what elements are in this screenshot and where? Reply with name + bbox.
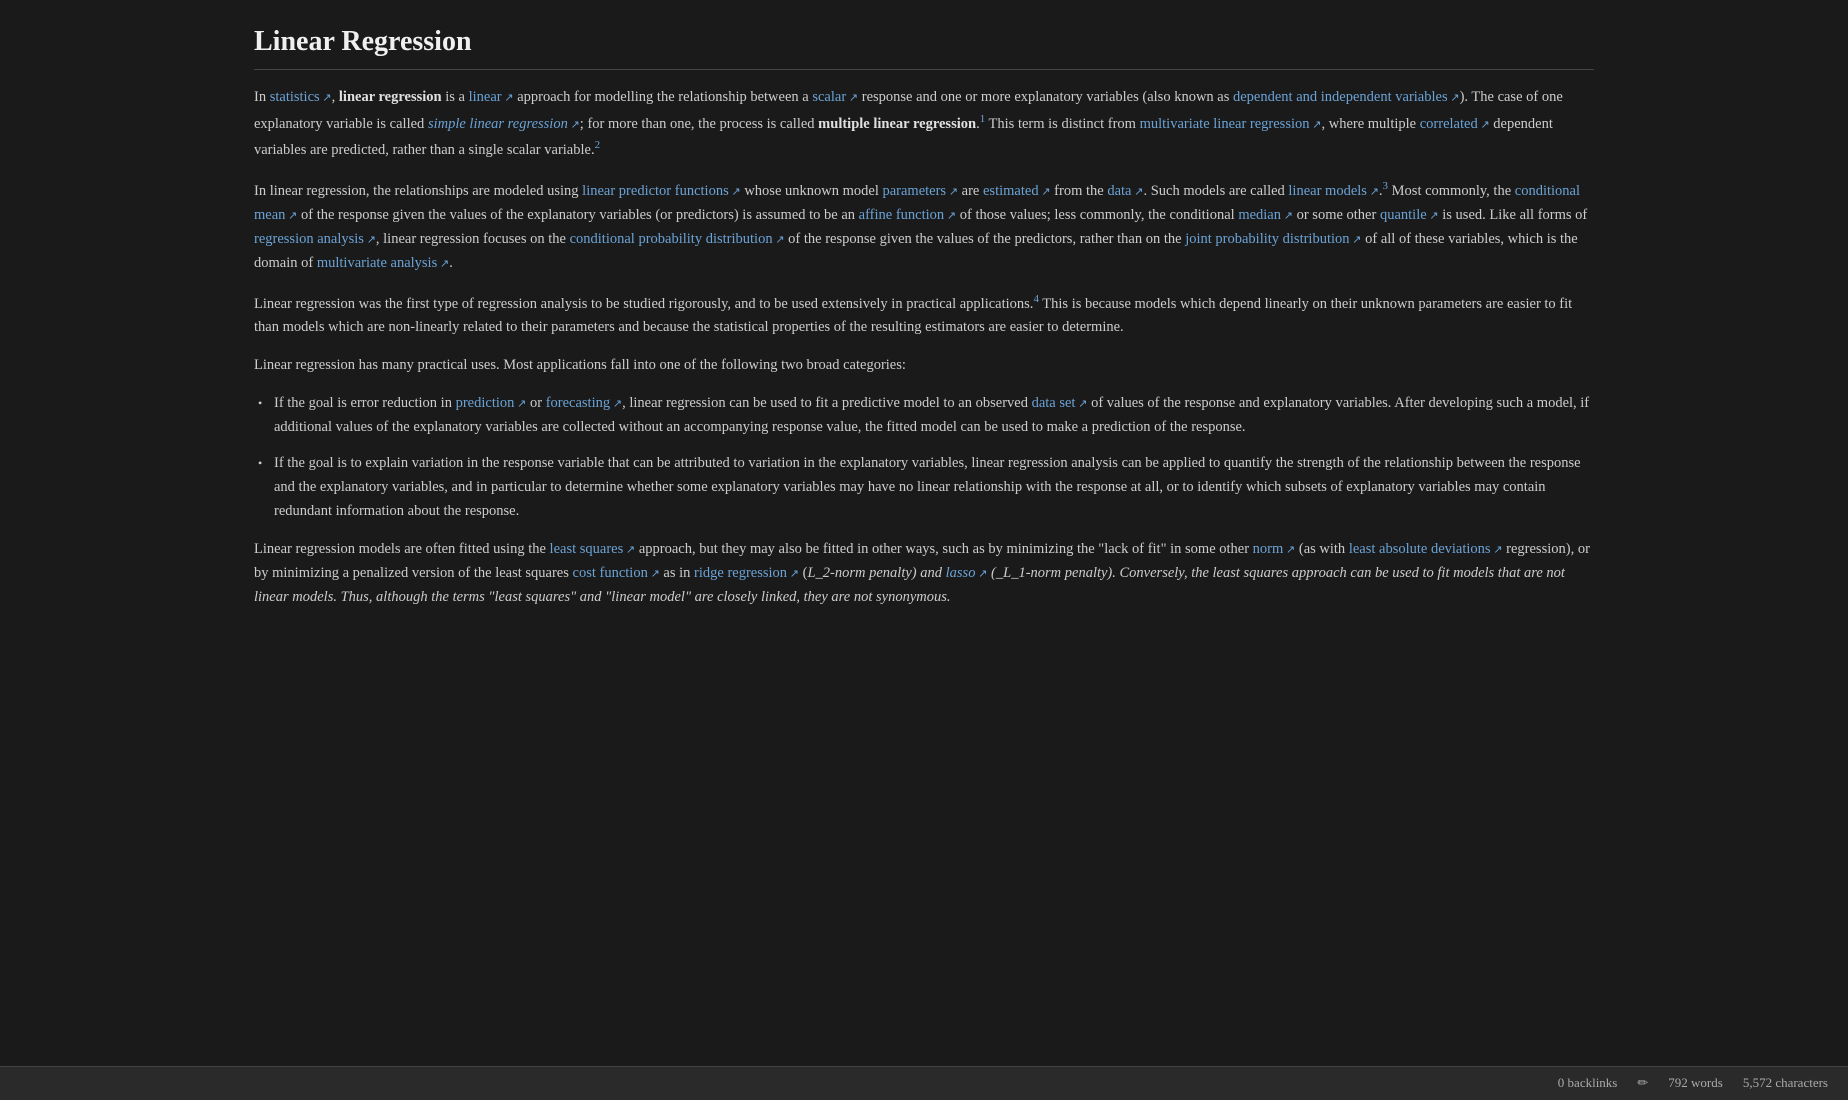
paragraph-1: In statistics, linear regression is a li… <box>254 86 1594 163</box>
link-least-absolute-deviations[interactable]: least absolute deviations <box>1349 541 1503 557</box>
paragraph-5: Linear regression models are often fitte… <box>254 538 1594 610</box>
link-simple-linear-regression[interactable]: simple linear regression <box>428 116 580 132</box>
char-count-item: 5,572 characters <box>1743 1073 1828 1094</box>
link-multivariate-linear-regression[interactable]: multivariate linear regression <box>1140 116 1322 132</box>
backlinks-item: 0 backlinks <box>1558 1073 1618 1094</box>
cite-3[interactable]: 3 <box>1383 180 1389 192</box>
link-linear[interactable]: linear <box>469 89 514 105</box>
link-ridge-regression[interactable]: ridge regression <box>694 565 799 581</box>
link-lasso[interactable]: lasso <box>946 565 988 581</box>
link-median[interactable]: median <box>1238 207 1293 223</box>
link-parameters[interactable]: parameters <box>882 183 958 199</box>
link-data[interactable]: data <box>1107 183 1143 199</box>
link-affine-function[interactable]: affine function <box>859 207 956 223</box>
bullet-list: If the goal is error reduction in predic… <box>254 392 1594 524</box>
link-joint-probability-distribution[interactable]: joint probability distribution <box>1185 231 1361 247</box>
link-norm[interactable]: norm <box>1253 541 1296 557</box>
page-title: Linear Regression <box>254 20 1594 70</box>
link-quantile[interactable]: quantile <box>1380 207 1439 223</box>
link-dependent-independent[interactable]: dependent and independent variables <box>1233 89 1460 105</box>
link-data-set[interactable]: data set <box>1032 395 1088 411</box>
word-count-item: 792 words <box>1668 1073 1723 1094</box>
cite-1[interactable]: 1 <box>980 113 986 125</box>
list-item-prediction: If the goal is error reduction in predic… <box>254 392 1594 440</box>
link-linear-models[interactable]: linear models <box>1288 183 1379 199</box>
edit-icon-item[interactable]: ✏ <box>1637 1073 1648 1094</box>
link-scalar[interactable]: scalar <box>812 89 858 105</box>
link-conditional-probability-distribution[interactable]: conditional probability distribution <box>570 231 785 247</box>
link-correlated[interactable]: correlated <box>1420 116 1490 132</box>
cite-2[interactable]: 2 <box>595 139 601 151</box>
page-container: Linear Regression In statistics, linear … <box>224 0 1624 684</box>
link-statistics[interactable]: statistics <box>270 89 332 105</box>
link-cost-function[interactable]: cost function <box>573 565 660 581</box>
backlinks-label: 0 backlinks <box>1558 1073 1618 1094</box>
link-forecasting[interactable]: forecasting <box>546 395 622 411</box>
word-count-label: 792 words <box>1668 1073 1723 1094</box>
cite-4[interactable]: 4 <box>1033 293 1039 305</box>
paragraph-3: Linear regression was the first type of … <box>254 290 1594 341</box>
char-count-label: 5,572 characters <box>1743 1073 1828 1094</box>
link-regression-analysis[interactable]: regression analysis <box>254 231 376 247</box>
paragraph-4: Linear regression has many practical use… <box>254 354 1594 378</box>
edit-icon[interactable]: ✏ <box>1637 1073 1648 1094</box>
link-prediction[interactable]: prediction <box>456 395 527 411</box>
bottom-bar: 0 backlinks ✏ 792 words 5,572 characters <box>0 1066 1848 1100</box>
link-multivariate-analysis[interactable]: multivariate analysis <box>317 255 449 271</box>
link-estimated[interactable]: estimated <box>983 183 1051 199</box>
link-linear-predictor-functions[interactable]: linear predictor functions <box>582 183 741 199</box>
list-item-explanation: If the goal is to explain variation in t… <box>254 452 1594 524</box>
paragraph-2: In linear regression, the relationships … <box>254 177 1594 276</box>
link-least-squares[interactable]: least squares <box>550 541 636 557</box>
